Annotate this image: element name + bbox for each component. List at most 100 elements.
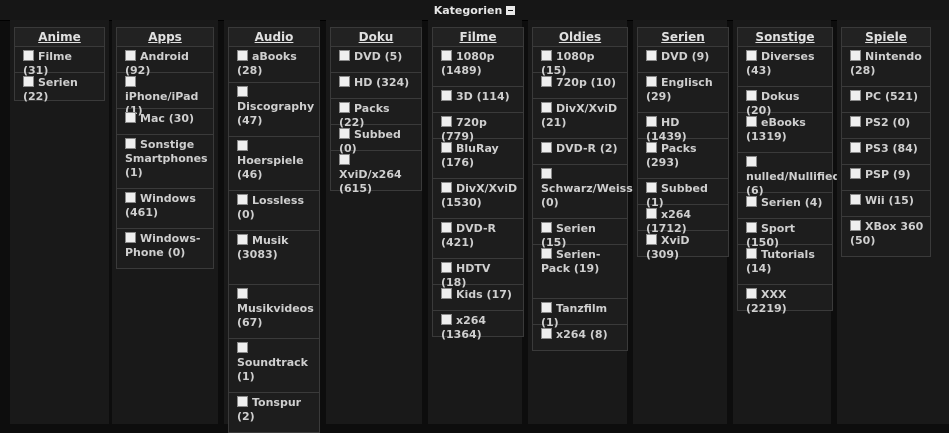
category-checkbox[interactable] xyxy=(441,262,452,273)
category-checkbox[interactable] xyxy=(746,116,757,127)
category-checkbox[interactable] xyxy=(339,102,350,113)
category-checkbox[interactable] xyxy=(746,50,757,61)
category-checkbox[interactable] xyxy=(441,222,452,233)
category-option[interactable]: aBooks (28) xyxy=(228,47,320,83)
category-checkbox[interactable] xyxy=(23,50,34,61)
category-checkbox[interactable] xyxy=(646,234,657,245)
category-option[interactable]: Sport (150) xyxy=(737,219,833,249)
category-option[interactable]: DVD-R (421) xyxy=(432,219,524,259)
category-checkbox[interactable] xyxy=(541,76,552,87)
category-panel-header[interactable]: Kategorien xyxy=(0,0,949,21)
category-checkbox[interactable] xyxy=(850,90,861,101)
category-checkbox[interactable] xyxy=(441,142,452,153)
category-checkbox[interactable] xyxy=(339,50,350,61)
category-option[interactable]: XBox 360 (50) xyxy=(841,217,931,257)
category-checkbox[interactable] xyxy=(541,248,552,259)
category-checkbox[interactable] xyxy=(125,232,136,243)
category-header[interactable]: Anime xyxy=(14,27,105,47)
category-option[interactable]: DivX/XviD (1530) xyxy=(432,179,524,219)
category-checkbox[interactable] xyxy=(339,128,350,139)
category-checkbox[interactable] xyxy=(339,154,350,165)
category-header[interactable]: Oldies xyxy=(532,27,628,47)
category-checkbox[interactable] xyxy=(441,116,452,127)
category-option[interactable]: Dokus (20) xyxy=(737,87,833,117)
category-checkbox[interactable] xyxy=(237,396,248,407)
category-header[interactable]: Spiele xyxy=(841,27,931,47)
category-option[interactable]: Sonstige Smartphones (1) xyxy=(116,135,214,189)
category-option[interactable]: PSP (9) xyxy=(841,165,931,191)
category-option[interactable]: Musik (3083) xyxy=(228,231,320,285)
category-checkbox[interactable] xyxy=(541,168,552,179)
category-checkbox[interactable] xyxy=(237,288,248,299)
category-option[interactable]: HD (324) xyxy=(330,73,422,99)
category-checkbox[interactable] xyxy=(746,288,757,299)
category-checkbox[interactable] xyxy=(850,168,861,179)
category-checkbox[interactable] xyxy=(541,302,552,313)
category-option[interactable]: Windows (461) xyxy=(116,189,214,229)
category-option[interactable]: Subbed (1) xyxy=(637,179,729,209)
category-checkbox[interactable] xyxy=(746,156,757,167)
category-option[interactable]: Englisch (29) xyxy=(637,73,729,113)
category-option[interactable]: nulled/Nullified (6) xyxy=(737,153,840,197)
category-checkbox[interactable] xyxy=(441,288,452,299)
category-option[interactable]: Filme (31) xyxy=(14,47,105,77)
category-checkbox[interactable] xyxy=(746,222,757,233)
category-header[interactable]: Sonstige xyxy=(737,27,833,47)
category-option[interactable]: DVD-R (2) xyxy=(532,139,628,165)
category-header[interactable]: Audio xyxy=(228,27,320,47)
category-option[interactable]: 720p (779) xyxy=(432,113,524,143)
category-option[interactable]: Mac (30) xyxy=(116,109,214,135)
category-option[interactable]: Discography (47) xyxy=(228,83,320,137)
category-checkbox[interactable] xyxy=(746,90,757,101)
category-option[interactable]: HDTV (18) xyxy=(432,259,524,289)
category-checkbox[interactable] xyxy=(23,76,34,87)
category-option[interactable]: Serien-Pack (19) xyxy=(532,245,628,299)
category-checkbox[interactable] xyxy=(339,76,350,87)
category-option[interactable]: x264 (1364) xyxy=(432,311,524,341)
category-checkbox[interactable] xyxy=(541,50,552,61)
category-option[interactable]: BluRay (176) xyxy=(432,139,524,179)
category-option[interactable]: PS3 (84) xyxy=(841,139,931,165)
category-option[interactable]: Tanzfilm (1) xyxy=(532,299,628,329)
category-option[interactable]: 3D (114) xyxy=(432,87,524,113)
category-checkbox[interactable] xyxy=(746,248,757,259)
category-option[interactable]: eBooks (1319) xyxy=(737,113,833,153)
category-option[interactable]: Serien (15) xyxy=(532,219,628,249)
category-option[interactable]: DivX/XviD (21) xyxy=(532,99,628,139)
category-checkbox[interactable] xyxy=(646,208,657,219)
category-checkbox[interactable] xyxy=(125,50,136,61)
category-option[interactable]: 720p (10) xyxy=(532,73,628,99)
category-checkbox[interactable] xyxy=(646,76,657,87)
category-option[interactable]: Nintendo (28) xyxy=(841,47,931,87)
category-option[interactable]: Schwarz/Weiss (0) xyxy=(532,165,633,219)
category-option[interactable]: x264 (1712) xyxy=(637,205,729,235)
category-checkbox[interactable] xyxy=(850,220,861,231)
category-option[interactable]: Serien (22) xyxy=(14,73,105,103)
category-checkbox[interactable] xyxy=(541,142,552,153)
category-checkbox[interactable] xyxy=(850,116,861,127)
category-option[interactable]: Wii (15) xyxy=(841,191,931,217)
category-option[interactable]: XviD/x264 (615) xyxy=(330,151,422,195)
category-checkbox[interactable] xyxy=(237,140,248,151)
category-option[interactable]: Lossless (0) xyxy=(228,191,320,231)
category-option[interactable]: Serien (4) xyxy=(737,193,833,219)
category-checkbox[interactable] xyxy=(237,86,248,97)
collapse-icon[interactable] xyxy=(506,5,516,15)
category-option[interactable]: Windows-Phone (0) xyxy=(116,229,214,269)
category-option[interactable]: iPhone/iPad (1) xyxy=(116,73,214,117)
category-option[interactable]: DVD (5) xyxy=(330,47,422,73)
category-checkbox[interactable] xyxy=(541,328,552,339)
category-checkbox[interactable] xyxy=(646,182,657,193)
category-checkbox[interactable] xyxy=(237,50,248,61)
category-checkbox[interactable] xyxy=(850,194,861,205)
category-checkbox[interactable] xyxy=(237,194,248,205)
category-checkbox[interactable] xyxy=(125,192,136,203)
category-option[interactable]: PC (521) xyxy=(841,87,931,113)
category-option[interactable]: Tonspur (2) xyxy=(228,393,320,433)
category-checkbox[interactable] xyxy=(125,112,136,123)
category-option[interactable]: Diverses (43) xyxy=(737,47,833,87)
category-checkbox[interactable] xyxy=(850,50,861,61)
category-option[interactable]: Musikvideos (67) xyxy=(228,285,320,339)
category-option[interactable]: DVD (9) xyxy=(637,47,729,73)
category-option[interactable]: Tutorials (14) xyxy=(737,245,833,285)
